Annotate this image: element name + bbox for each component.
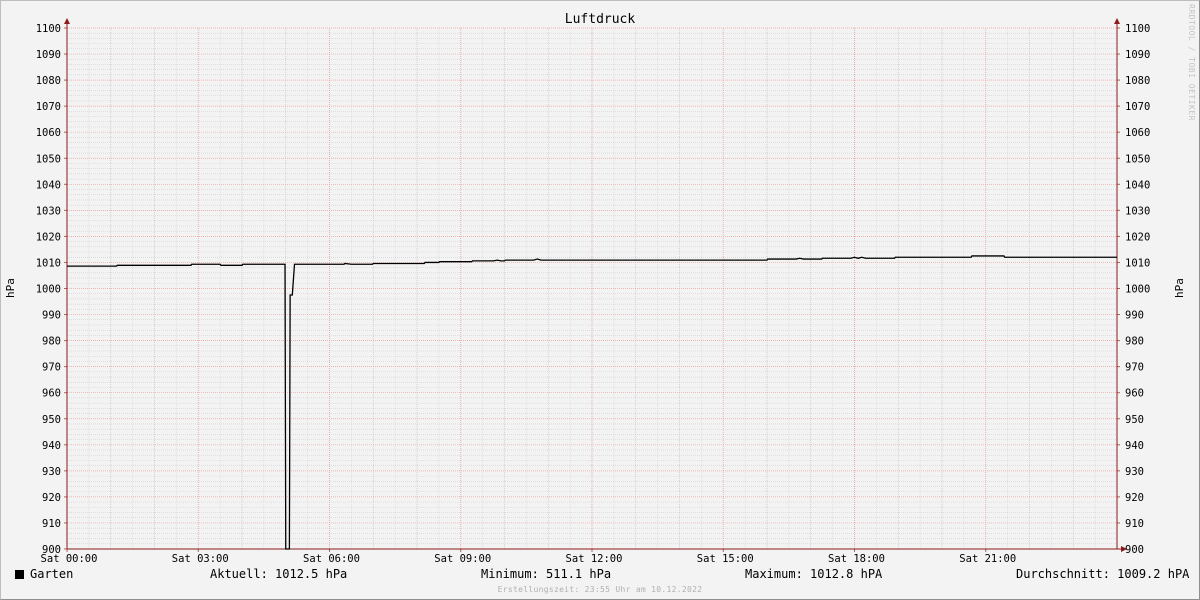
x-tick-label: Sat 09:00: [434, 553, 491, 565]
legend-average-value: Durchschnitt: 1009.2 hPA: [1016, 567, 1190, 581]
x-tick-label: Sat 12:00: [566, 553, 623, 565]
y-tick-label-left: 950: [42, 414, 61, 426]
legend-current-value: Aktuell: 1012.5 hPa: [210, 567, 348, 581]
y-tick-label-left: 1040: [36, 179, 61, 191]
major-grid: [66, 27, 1117, 550]
y-tick-label-right: 1070: [1125, 101, 1150, 113]
y-tick-label-right: 980: [1125, 336, 1144, 348]
y-tick-label-right: 1030: [1125, 205, 1150, 217]
y-tick-label-left: 1070: [36, 101, 61, 113]
y-tick-label-left: 980: [42, 336, 61, 348]
y-tick-label-right: 900: [1125, 544, 1144, 556]
y-axis-arrow-left: [64, 18, 70, 24]
x-tick-label: Sat 15:00: [697, 553, 754, 565]
y-tick-label-left: 1050: [36, 153, 61, 165]
y-axis-label-left: hPa: [4, 278, 17, 298]
y-tick-label-right: 990: [1125, 310, 1144, 322]
pressure-chart: 900 910 920 930 940 950 960 970 980 990 1000 1010 10…: [4, 12, 1186, 565]
y-tick-label-right: 1080: [1125, 75, 1150, 87]
y-tick-label-right: 970: [1125, 362, 1144, 374]
y-tick-label-left: 960: [42, 388, 61, 400]
y-axis-label-right: hPa: [1173, 278, 1186, 298]
creation-timestamp: Erstellungszeit: 23:55 Uhr am 10.12.2022: [497, 585, 703, 594]
y-tick-label-left: 1090: [36, 49, 61, 61]
y-tick-label-right: 1090: [1125, 49, 1150, 61]
y-tick-label-right: 1000: [1125, 284, 1150, 296]
y-tick-label-right: 940: [1125, 440, 1144, 452]
rrdtool-watermark: RRDTOOL / TOBI OETIKER: [1187, 4, 1196, 121]
y-tick-label-right: 1060: [1125, 127, 1150, 139]
y-tick-label-left: 1000: [36, 284, 61, 296]
y-tick-label-left: 1100: [36, 23, 61, 35]
y-tick-label-left: 930: [42, 466, 61, 478]
legend-maximum-value: Maximum: 1012.8 hPA: [745, 567, 883, 581]
y-tick-label-right: 920: [1125, 492, 1144, 504]
y-tick-labels-left: 9009109209309409509609709809901000101010…: [36, 23, 61, 556]
y-tick-label-right: 930: [1125, 466, 1144, 478]
y-tick-label-right: 1020: [1125, 231, 1150, 243]
y-tick-label-right: 910: [1125, 518, 1144, 530]
y-tick-label-left: 1030: [36, 205, 61, 217]
y-tick-label-left: 910: [42, 518, 61, 530]
x-tick-label: Sat 06:00: [303, 553, 360, 565]
x-tick-label: Sat 21:00: [959, 553, 1016, 565]
x-tick-labels: Sat 00:00 Sat 03:00 Sat 06:00 Sat 09:00 Sat …: [41, 553, 1017, 565]
y-tick-label-left: 1010: [36, 257, 61, 269]
y-tick-label-right: 1050: [1125, 153, 1150, 165]
y-tick-labels-right: 900 910 920 930 940 950 960 970 980 990 1000 1010 10…: [1125, 23, 1150, 556]
legend-swatch-garten: [15, 570, 24, 579]
chart-title: Luftdruck: [565, 12, 636, 27]
x-tick-label: Sat 03:00: [172, 553, 229, 565]
x-tick-label: Sat 00:00: [41, 553, 98, 565]
y-tick-label-right: 1010: [1125, 257, 1150, 269]
y-tick-label-left: 940: [42, 440, 61, 452]
y-tick-label-right: 950: [1125, 414, 1144, 426]
y-tick-label-left: 920: [42, 492, 61, 504]
y-tick-label-left: 1060: [36, 127, 61, 139]
y-tick-label-left: 1080: [36, 75, 61, 87]
y-tick-label-left: 970: [42, 362, 61, 374]
y-axis-arrow-right: [1114, 18, 1120, 24]
x-tick-label: Sat 18:00: [828, 553, 885, 565]
y-tick-label-right: 1040: [1125, 179, 1150, 191]
legend-minimum-value: Minimum: 511.1 hPa: [481, 567, 612, 581]
axes: [64, 18, 1127, 552]
y-tick-label-left: 990: [42, 310, 61, 322]
y-tick-label-right: 1100: [1125, 23, 1150, 35]
legend-series-name: Garten: [30, 567, 74, 581]
y-tick-label-right: 960: [1125, 388, 1144, 400]
y-tick-label-left: 1020: [36, 231, 61, 243]
